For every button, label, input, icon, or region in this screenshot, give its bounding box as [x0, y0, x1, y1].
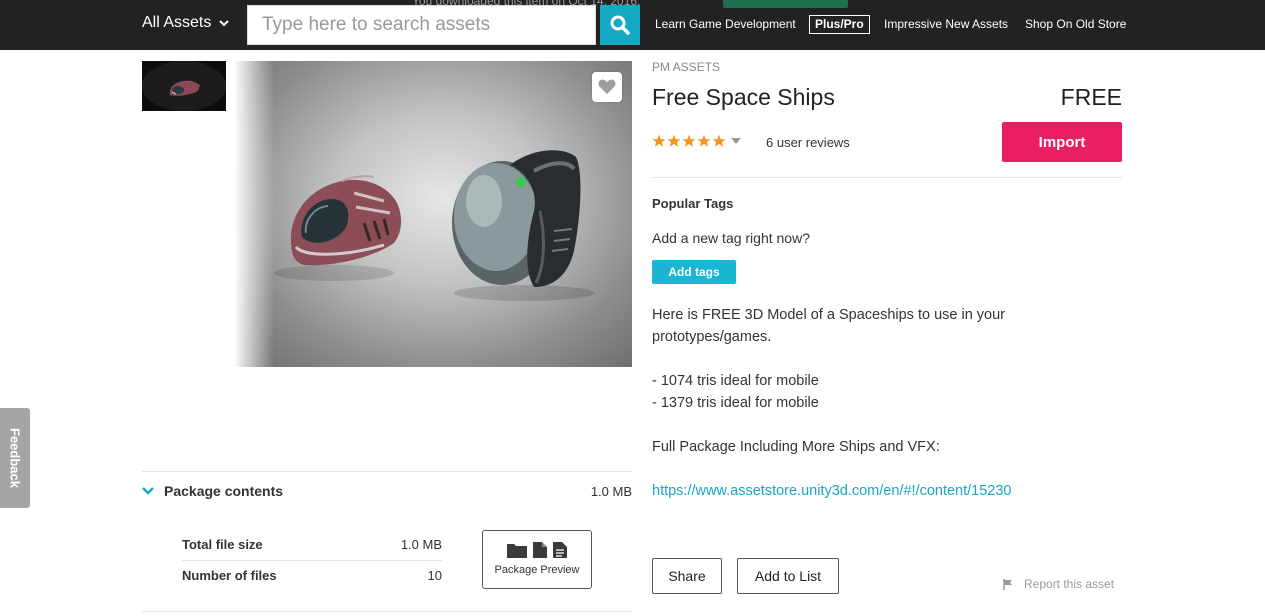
search-button[interactable]: [600, 5, 640, 45]
star-icon: [712, 134, 726, 147]
nav-plus-pro[interactable]: Plus/Pro: [809, 15, 870, 34]
add-to-list-button[interactable]: Add to List: [737, 558, 839, 594]
publisher-name[interactable]: PM ASSETS: [652, 60, 720, 74]
user-reviews-link[interactable]: 6 user reviews: [766, 135, 850, 150]
star-icon: [667, 134, 681, 147]
nav-learn-game-development[interactable]: Learn Game Development: [655, 17, 796, 31]
document-icon: [553, 542, 567, 558]
top-navigation-bar: You downloaded this item on Oct 14, 2016…: [0, 0, 1265, 50]
total-file-size-value: 1.0 MB: [400, 537, 442, 552]
package-preview-button[interactable]: Package Preview: [482, 530, 592, 589]
asset-title: Free Space Ships: [652, 84, 835, 110]
full-package-link[interactable]: https://www.assetstore.unity3d.com/en/#!…: [652, 483, 1011, 499]
chevron-down-icon: [219, 20, 230, 27]
nav-shop-old-store[interactable]: Shop On Old Store: [1025, 17, 1126, 31]
description-line: Full Package Including More Ships and VF…: [652, 439, 940, 455]
nav-impressive-new-assets[interactable]: Impressive New Assets: [884, 17, 1008, 31]
number-of-files-label: Number of files: [182, 568, 277, 583]
add-tags-button[interactable]: Add tags: [652, 260, 736, 284]
heart-icon: [598, 79, 616, 94]
divider: [182, 560, 442, 561]
add-tag-prompt: Add a new tag right now?: [652, 230, 810, 246]
package-contents-label: Package contents: [164, 483, 284, 499]
asset-thumbnail[interactable]: [142, 61, 226, 111]
package-preview-label: Package Preview: [494, 564, 580, 576]
favorite-button[interactable]: [592, 72, 622, 102]
star-icon: [697, 134, 711, 147]
package-size: 1.0 MB: [590, 484, 632, 499]
all-assets-label: All Assets: [142, 14, 212, 31]
report-asset-link[interactable]: Report this asset: [1003, 577, 1114, 591]
divider: [142, 471, 632, 472]
feedback-label: Feedback: [7, 428, 23, 488]
spaceship-thumbnail-image: [142, 61, 226, 111]
search-input[interactable]: [247, 5, 596, 45]
feedback-tab[interactable]: Feedback: [0, 408, 30, 508]
import-button[interactable]: Import: [1002, 122, 1122, 162]
description-line: Here is FREE 3D Model of a Spaceships to…: [652, 307, 1005, 323]
asset-preview-image[interactable]: [234, 61, 632, 367]
star-rating[interactable]: [652, 134, 742, 148]
star-icon: [652, 134, 666, 147]
divider: [142, 611, 632, 612]
search-icon: [610, 15, 630, 35]
divider: [652, 177, 1122, 178]
package-contents-toggle[interactable]: Package contents: [142, 483, 283, 499]
folder-icon: [507, 544, 527, 558]
total-file-size-label: Total file size: [182, 537, 263, 552]
caret-down-icon: [731, 138, 741, 144]
star-icon: [682, 134, 696, 147]
popular-tags-title: Popular Tags: [652, 196, 734, 211]
description-bullet: - 1379 tris ideal for mobile: [652, 395, 819, 411]
red-spaceship: [274, 175, 402, 281]
dark-spaceship: [452, 150, 594, 301]
flag-icon: [1003, 578, 1012, 590]
description-line: prototypes/games.: [652, 329, 772, 345]
file-icon: [533, 542, 547, 558]
description-bullet: - 1074 tris ideal for mobile: [652, 373, 819, 389]
share-button[interactable]: Share: [652, 558, 722, 594]
report-asset-label: Report this asset: [1024, 577, 1115, 591]
chevron-down-icon: [142, 487, 154, 495]
number-of-files-value: 10: [427, 568, 442, 583]
write-review-button[interactable]: [723, 0, 848, 8]
all-assets-dropdown[interactable]: All Assets: [142, 14, 230, 32]
spaceships-render: [274, 150, 594, 301]
asset-price: FREE: [1060, 84, 1122, 110]
